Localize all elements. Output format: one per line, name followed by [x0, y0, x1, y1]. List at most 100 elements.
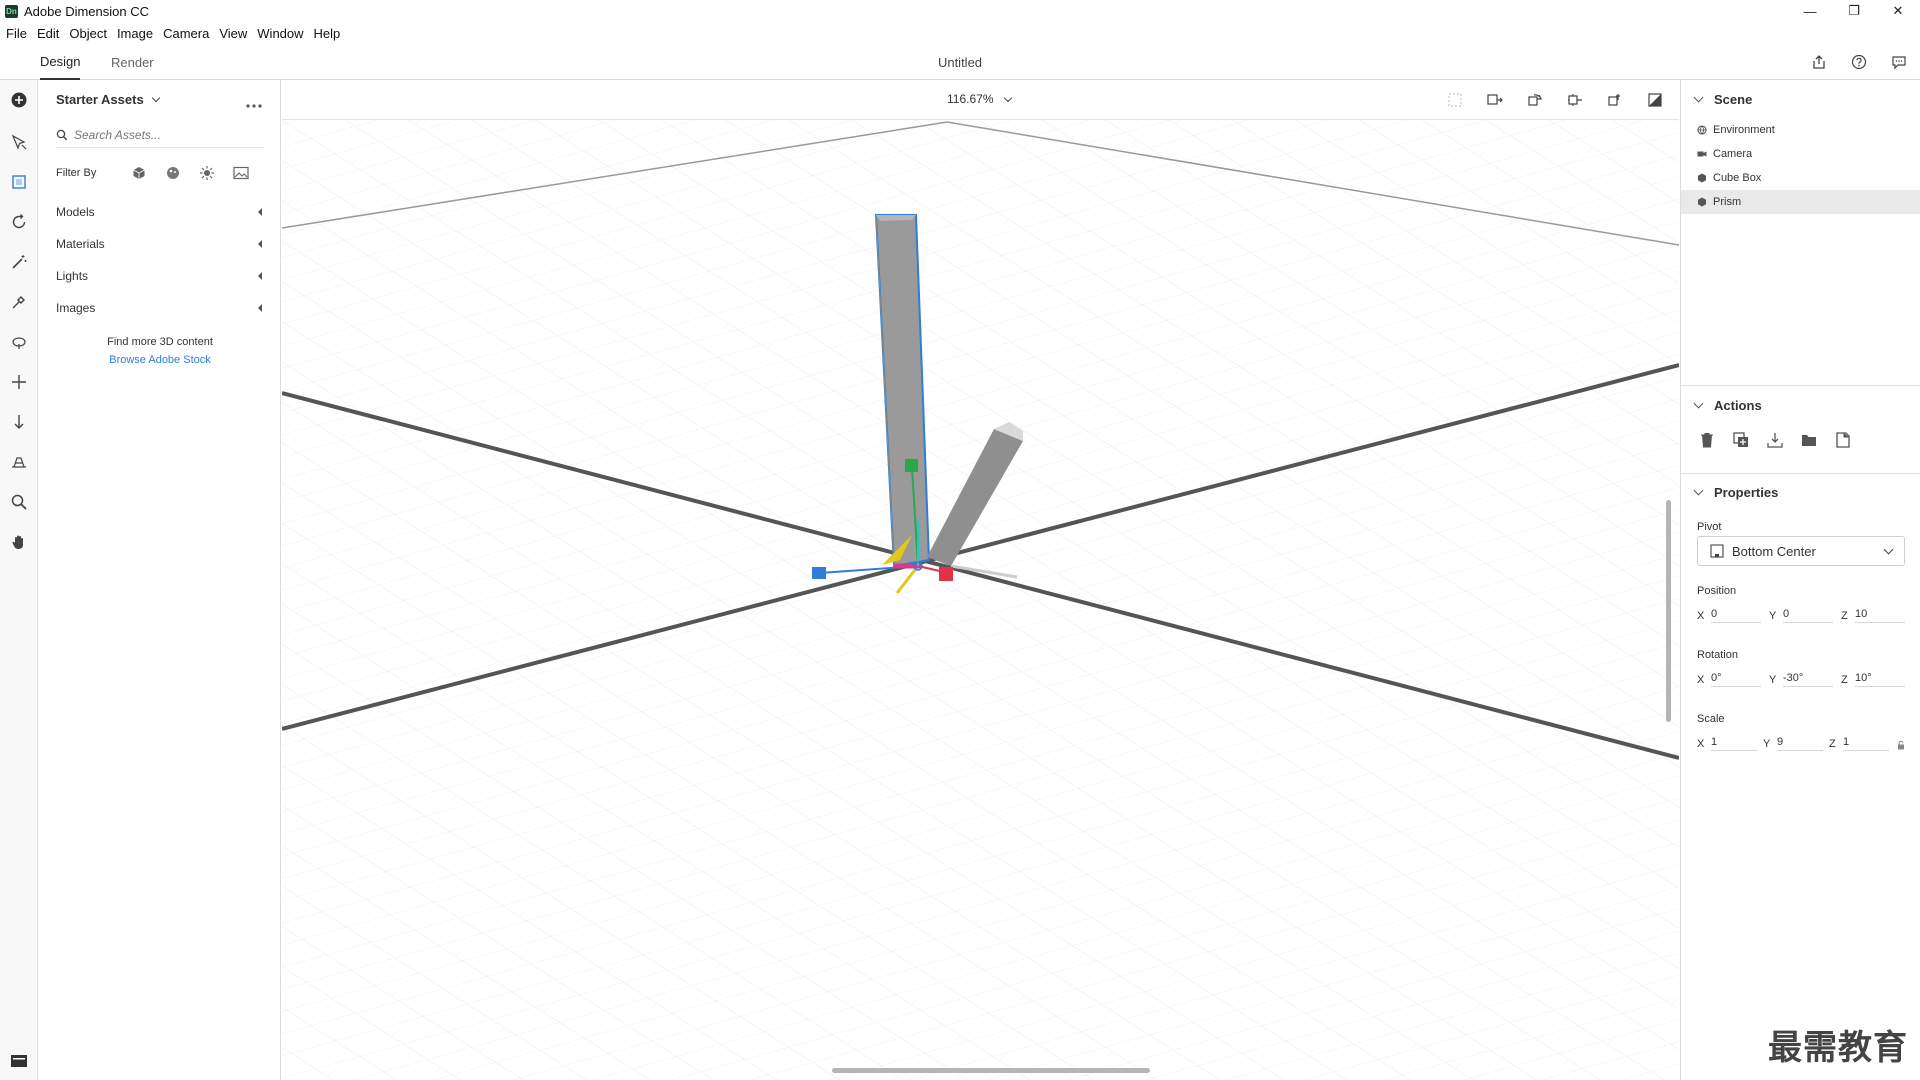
zoom-level-dropdown[interactable]: 116.67% [947, 92, 1013, 106]
position-z-value: 10 [1855, 608, 1905, 623]
section-divider [1681, 473, 1920, 474]
category-label: Models [56, 205, 95, 219]
feedback-icon[interactable] [1889, 52, 1909, 72]
actions-section-header[interactable]: Actions [1693, 398, 1762, 413]
menu-camera[interactable]: Camera [163, 26, 209, 41]
pivot-bottom-center-icon [1710, 544, 1724, 558]
pivot-select[interactable]: Bottom Center [1697, 536, 1905, 566]
camera-bookmark-icon[interactable] [1485, 90, 1505, 110]
pan-tool-icon[interactable] [7, 370, 31, 394]
menu-file[interactable]: File [6, 26, 27, 41]
duplicate-icon[interactable] [1731, 430, 1751, 450]
filter-label: Filter By [56, 167, 97, 179]
scene-item-environment[interactable]: Environment [1681, 118, 1920, 142]
pan-camera-icon[interactable] [1565, 90, 1585, 110]
environment-icon [1697, 125, 1707, 135]
close-button[interactable]: ✕ [1876, 0, 1920, 22]
add-content-icon[interactable] [7, 88, 31, 112]
sample-tool-icon[interactable] [7, 290, 31, 314]
delete-icon[interactable] [1697, 430, 1717, 450]
app-logo-icon: Dn [5, 4, 18, 18]
save-icon[interactable] [1833, 430, 1853, 450]
group-icon[interactable] [1799, 430, 1819, 450]
pan-orbit-icon[interactable] [7, 330, 31, 354]
filter-lights-icon[interactable] [198, 164, 216, 182]
menu-bar: File Edit Object Image Camera View Windo… [0, 22, 1920, 44]
rotation-z-field[interactable]: Z 10° [1841, 672, 1905, 687]
help-icon[interactable] [1849, 52, 1869, 72]
category-materials[interactable]: Materials [56, 234, 264, 254]
select-tool-icon[interactable] [7, 170, 31, 194]
menu-image[interactable]: Image [117, 26, 153, 41]
scene-canvas[interactable] [282, 80, 1679, 1080]
position-y-field[interactable]: Y0 [1769, 608, 1833, 623]
restore-button[interactable]: ❐ [1832, 0, 1876, 22]
share-icon[interactable] [1809, 52, 1829, 72]
scene-section-header[interactable]: Scene [1693, 92, 1752, 107]
dolly-tool-icon[interactable] [7, 410, 31, 434]
orbit-camera-icon[interactable] [1525, 90, 1545, 110]
category-images[interactable]: Images [56, 298, 264, 318]
rotation-x-field[interactable]: X 0° [1697, 672, 1761, 687]
assets-header[interactable]: Starter Assets [56, 92, 161, 107]
actions-title: Actions [1714, 398, 1762, 413]
tab-design[interactable]: Design [40, 44, 81, 80]
canvas-viewport[interactable]: 116.67% [282, 80, 1679, 1080]
filter-models-icon[interactable] [130, 164, 148, 182]
collapse-arrow-icon [258, 240, 262, 248]
category-models[interactable]: Models [56, 202, 264, 222]
frame-selection-icon[interactable] [1445, 90, 1465, 110]
minimize-button[interactable]: — [1788, 0, 1832, 22]
pivot-value: Bottom Center [1732, 543, 1816, 559]
right-panel: Scene Environment Camera Cube Box Prism … [1680, 80, 1920, 1080]
tab-render[interactable]: Render [111, 44, 154, 80]
model-icon [1697, 173, 1707, 183]
scale-x-field[interactable]: X1 [1697, 736, 1757, 751]
category-lights[interactable]: Lights [56, 266, 264, 286]
magic-wand-icon[interactable] [7, 250, 31, 274]
lock-icon[interactable] [1897, 740, 1905, 750]
scene-item-cube-box[interactable]: Cube Box [1681, 166, 1920, 190]
menu-window[interactable]: Window [257, 26, 303, 41]
search-placeholder: Search Assets... [74, 127, 161, 142]
browse-adobe-stock-link[interactable]: Browse Adobe Stock [39, 354, 281, 366]
chevron-down-icon [1693, 92, 1704, 103]
panel-toggle-icon[interactable] [8, 1050, 30, 1072]
position-x-field[interactable]: X0 [1697, 608, 1761, 623]
scale-y-value: 9 [1777, 736, 1823, 751]
horizon-tool-icon[interactable] [7, 450, 31, 474]
scale-z-value: 1 [1843, 736, 1889, 751]
viewport-vertical-scrollbar[interactable] [1666, 500, 1671, 722]
menu-object[interactable]: Object [69, 26, 107, 41]
viewport-horizontal-scrollbar[interactable] [832, 1068, 1150, 1073]
pivot-label: Pivot [1697, 521, 1722, 533]
render-preview-icon[interactable] [1645, 90, 1665, 110]
dolly-camera-icon[interactable] [1605, 90, 1625, 110]
position-x-value: 0 [1711, 608, 1761, 623]
scale-z-field[interactable]: Z1 [1829, 736, 1889, 751]
camera-icon [1697, 149, 1707, 159]
scene-item-label: Environment [1713, 124, 1775, 136]
filter-materials-icon[interactable] [164, 164, 182, 182]
scene-item-prism[interactable]: Prism [1681, 190, 1920, 214]
menu-view[interactable]: View [219, 26, 247, 41]
position-z-field[interactable]: Z 10 [1841, 608, 1905, 623]
scale-label: Scale [1697, 713, 1725, 725]
scale-y-field[interactable]: Y9 [1763, 736, 1823, 751]
more-options-icon[interactable] [245, 96, 263, 112]
select-move-tool-icon[interactable] [7, 130, 31, 154]
filter-images-icon[interactable] [232, 164, 250, 182]
drop-to-ground-icon[interactable] [1765, 430, 1785, 450]
rotation-y-field[interactable]: Y -30° [1769, 672, 1833, 687]
category-label: Materials [56, 237, 105, 251]
properties-section-header[interactable]: Properties [1693, 485, 1778, 500]
rotation-label: Rotation [1697, 649, 1738, 661]
scene-item-camera[interactable]: Camera [1681, 142, 1920, 166]
menu-edit[interactable]: Edit [37, 26, 59, 41]
menu-help[interactable]: Help [314, 26, 341, 41]
orbit-tool-icon[interactable] [7, 210, 31, 234]
search-assets-input[interactable]: Search Assets... [56, 122, 264, 148]
zoom-tool-icon[interactable] [7, 490, 31, 514]
position-y-value: 0 [1783, 608, 1833, 623]
hand-tool-icon[interactable] [7, 530, 31, 554]
